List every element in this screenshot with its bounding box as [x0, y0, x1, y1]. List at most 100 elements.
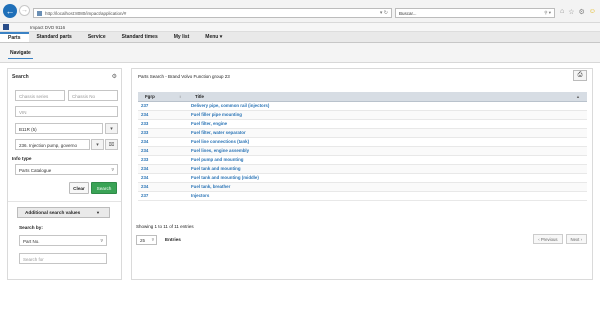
search-icon[interactable]: ⚲ ▾: [544, 10, 551, 16]
results-title: Parts Search - Brand Volvo Function grou…: [138, 74, 230, 79]
title-cell[interactable]: Delivery pipe, common rail (injectors): [188, 101, 587, 111]
fgrp-cell[interactable]: 234: [138, 137, 188, 147]
info-type-select[interactable]: Parts Catalogue ▿: [15, 164, 118, 175]
additional-search-values-toggle[interactable]: Additional search values ▼: [17, 207, 110, 218]
model-field[interactable]: B11R (5): [15, 123, 103, 134]
main-menu: Parts Standard parts Service Standard ti…: [0, 32, 600, 43]
additional-search-label: Additional search values: [25, 210, 81, 215]
table-row[interactable]: 234 Fuel line connections (tank): [138, 137, 587, 147]
fgrp-cell[interactable]: 234: [138, 146, 188, 156]
model-dropdown-button[interactable]: ▾: [105, 123, 118, 134]
results-panel: Parts Search - Brand Volvo Function grou…: [131, 68, 593, 280]
search-for-input[interactable]: Search for: [19, 253, 107, 264]
sub-navigation: Navigate: [0, 43, 600, 63]
chassis-no-field[interactable]: Chassis No: [68, 90, 118, 101]
chevron-down-icon: ▿: [151, 237, 154, 242]
table-row[interactable]: 233 Fuel filter, water separator: [138, 128, 587, 138]
sort-up-icon: ▲: [576, 93, 580, 99]
fgrp-cell[interactable]: 234: [138, 182, 188, 192]
sort-icon: ↕: [179, 93, 181, 99]
column-header-fgrp[interactable]: Fgrp ↕: [138, 92, 188, 102]
app-logo-icon: [3, 24, 9, 30]
title-cell[interactable]: Fuel pump and mounting: [188, 155, 587, 165]
page-size-select[interactable]: 25 ▿: [136, 235, 157, 245]
title-cell[interactable]: Fuel tank and mounting: [188, 164, 587, 174]
back-arrow-icon[interactable]: ←: [3, 4, 17, 18]
table-row[interactable]: 233 Fuel pump and mounting: [138, 155, 587, 165]
menu-item-standard-parts[interactable]: Standard parts: [29, 32, 80, 42]
fgrp-cell[interactable]: 233: [138, 155, 188, 165]
print-icon[interactable]: ⎙: [573, 70, 587, 81]
browser-toolbar: ← → http://localhost:8080/impact/applica…: [0, 0, 600, 23]
title-cell[interactable]: Fuel line connections (tank): [188, 137, 587, 147]
search-button[interactable]: Search: [91, 182, 117, 194]
chassis-series-field[interactable]: Chassis series: [15, 90, 65, 101]
menu-item-parts[interactable]: Parts: [0, 32, 29, 42]
info-type-value: Parts Catalogue: [19, 168, 52, 173]
table-row[interactable]: 234 Fuel lines, engine assembly: [138, 146, 587, 156]
entries-label: Entries: [165, 237, 181, 242]
forward-arrow-icon[interactable]: →: [19, 5, 30, 16]
caret-down-icon: ▼: [96, 210, 100, 215]
search-panel: Search ⚙ Chassis series Chassis No VIN B…: [7, 68, 122, 280]
previous-label: Previous: [540, 237, 558, 242]
menu-item-standard-times[interactable]: Standard times: [114, 32, 166, 42]
settings-gear-icon[interactable]: ⚙: [112, 73, 117, 80]
table-row[interactable]: 237 Injectors: [138, 191, 587, 201]
tab-navigate[interactable]: Navigate: [8, 50, 33, 59]
title-cell[interactable]: Fuel filler pipe mounting: [188, 110, 587, 120]
table-row[interactable]: 237 Delivery pipe, common rail (injectors…: [138, 101, 587, 111]
info-type-label: Info type: [12, 156, 32, 161]
table-row[interactable]: 234 Fuel tank and mounting: [138, 164, 587, 174]
title-cell[interactable]: Fuel tank, breather: [188, 182, 587, 192]
title-cell[interactable]: Fuel lines, engine assembly: [188, 146, 587, 156]
address-bar[interactable]: http://localhost:8080/impact/application…: [33, 8, 392, 18]
fgrp-cell[interactable]: 234: [138, 110, 188, 120]
title-cell[interactable]: Fuel tank and mounting (middle): [188, 173, 587, 183]
title-cell[interactable]: Injectors: [188, 191, 587, 201]
search-by-label: Search by:: [19, 225, 43, 230]
next-label: Next: [570, 237, 580, 242]
chevron-down-icon: ▿: [100, 238, 103, 244]
table-row[interactable]: 233 Fuel filter, engine: [138, 119, 587, 129]
divider: [8, 201, 121, 202]
clear-field-icon[interactable]: ⌧: [105, 139, 118, 150]
table-row[interactable]: 234 Fuel tank, breather: [138, 182, 587, 192]
star-icon[interactable]: ☆: [568, 8, 574, 16]
smiley-icon[interactable]: ☺: [589, 8, 596, 16]
function-group-field[interactable]: 236. Injection pump, governo: [15, 139, 90, 150]
next-button[interactable]: Next ›: [565, 234, 587, 244]
fgrp-cell[interactable]: 237: [138, 101, 188, 111]
table-row[interactable]: 234 Fuel tank and mounting (middle): [138, 173, 587, 183]
chevron-down-icon: ▿: [111, 167, 114, 173]
browser-search-input[interactable]: Buscar... ⚲ ▾: [395, 8, 555, 18]
refresh-icon[interactable]: ▾ ↻: [380, 10, 388, 16]
fgrp-cell[interactable]: 233: [138, 128, 188, 138]
column-label: Title: [195, 93, 204, 99]
showing-entries-text: Showing 1 to 11 of 11 entries: [136, 224, 194, 229]
search-by-select[interactable]: Part No. ▿: [19, 235, 107, 246]
title-cell[interactable]: Fuel filter, water separator: [188, 128, 587, 138]
column-header-title[interactable]: Title ▲: [188, 92, 587, 102]
address-text: http://localhost:8080/impact/application…: [45, 10, 127, 16]
search-panel-title: Search: [12, 74, 29, 80]
app-title: Impact DVD 9116: [30, 25, 66, 30]
vin-field[interactable]: VIN: [15, 106, 118, 117]
fgrp-cell[interactable]: 234: [138, 164, 188, 174]
search-by-value: Part No.: [23, 239, 40, 244]
menu-item-service[interactable]: Service: [80, 32, 114, 42]
page-icon: [37, 10, 42, 16]
menu-item-my-list[interactable]: My list: [166, 32, 198, 42]
previous-button[interactable]: ‹ Previous: [533, 234, 563, 244]
function-group-dropdown-button[interactable]: ▾: [91, 139, 104, 150]
fgrp-cell[interactable]: 237: [138, 191, 188, 201]
column-label: Fgrp: [145, 93, 155, 99]
gear-icon[interactable]: ⚙: [579, 8, 585, 16]
fgrp-cell[interactable]: 233: [138, 119, 188, 129]
table-row[interactable]: 234 Fuel filler pipe mounting: [138, 110, 587, 120]
fgrp-cell[interactable]: 234: [138, 173, 188, 183]
clear-button[interactable]: Clear: [69, 182, 89, 194]
menu-item-menu[interactable]: Menu ▾: [197, 32, 230, 42]
home-icon[interactable]: ⌂: [560, 8, 564, 16]
title-cell[interactable]: Fuel filter, engine: [188, 119, 587, 129]
